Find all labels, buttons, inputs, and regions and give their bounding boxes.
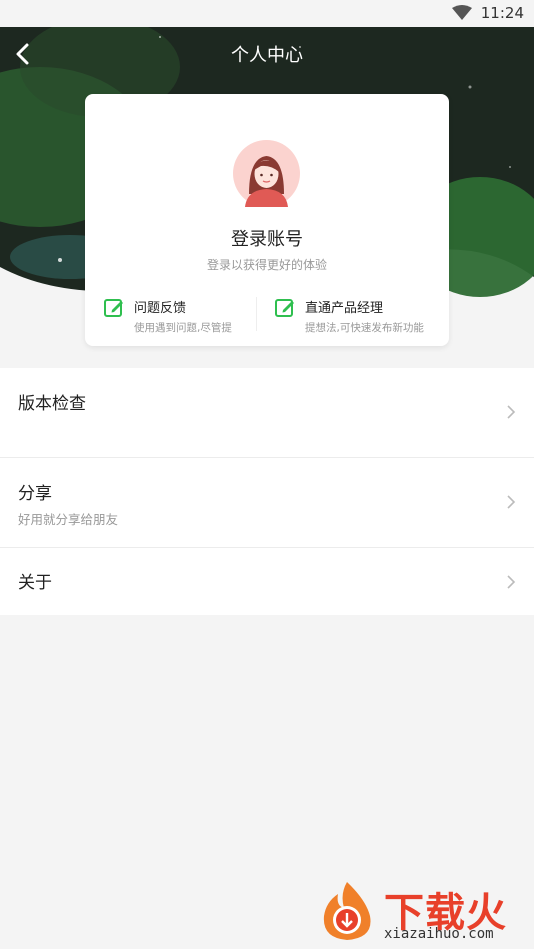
feedback-title: 问题反馈	[134, 301, 187, 316]
product-manager-button[interactable]: 直通产品经理 提想法,可快速发布新功能	[274, 296, 444, 338]
edit-icon	[274, 297, 296, 319]
divider	[256, 297, 257, 331]
menu-item-share[interactable]: 分享 好用就分享给朋友	[0, 458, 534, 547]
chevron-right-icon	[506, 574, 516, 590]
avatar[interactable]	[233, 140, 300, 207]
settings-menu: 版本检查 分享 好用就分享给朋友 关于	[0, 368, 534, 615]
login-subtitle: 登录以获得更好的体验	[206, 258, 327, 272]
flame-icon	[316, 880, 378, 946]
login-title[interactable]: 登录账号	[85, 225, 449, 251]
menu-item-subtitle: 好用就分享给朋友	[18, 512, 119, 527]
status-bar: 11:24	[0, 0, 534, 27]
status-time: 11:24	[480, 4, 524, 22]
product-manager-title: 直通产品经理	[305, 301, 384, 316]
menu-item-version-check[interactable]: 版本检查	[0, 368, 534, 457]
avatar-girl-icon	[233, 140, 300, 211]
edit-icon	[103, 297, 125, 319]
top-nav: 个人中心	[0, 27, 534, 81]
wifi-icon	[452, 5, 472, 25]
product-manager-subtitle: 提想法,可快速发布新功能	[305, 322, 424, 334]
feedback-subtitle: 使用遇到问题,尽管提	[134, 322, 232, 334]
page-title: 个人中心	[231, 45, 303, 66]
menu-item-title: 关于	[18, 573, 52, 593]
chevron-right-icon	[506, 494, 516, 510]
menu-item-about[interactable]: 关于	[0, 548, 534, 615]
feedback-button[interactable]: 问题反馈 使用遇到问题,尽管提	[103, 296, 253, 338]
profile-card: 登录账号 登录以获得更好的体验 问题反馈 使用遇到问题,尽管提 直通产品经理 提…	[85, 94, 449, 346]
menu-item-title: 版本检查	[18, 394, 86, 414]
watermark-logo: 下载火 xiazaihuo.com	[314, 878, 534, 944]
watermark-url: xiazaihuo.com	[384, 926, 494, 942]
chevron-right-icon	[506, 404, 516, 420]
menu-item-title: 分享	[18, 484, 52, 504]
